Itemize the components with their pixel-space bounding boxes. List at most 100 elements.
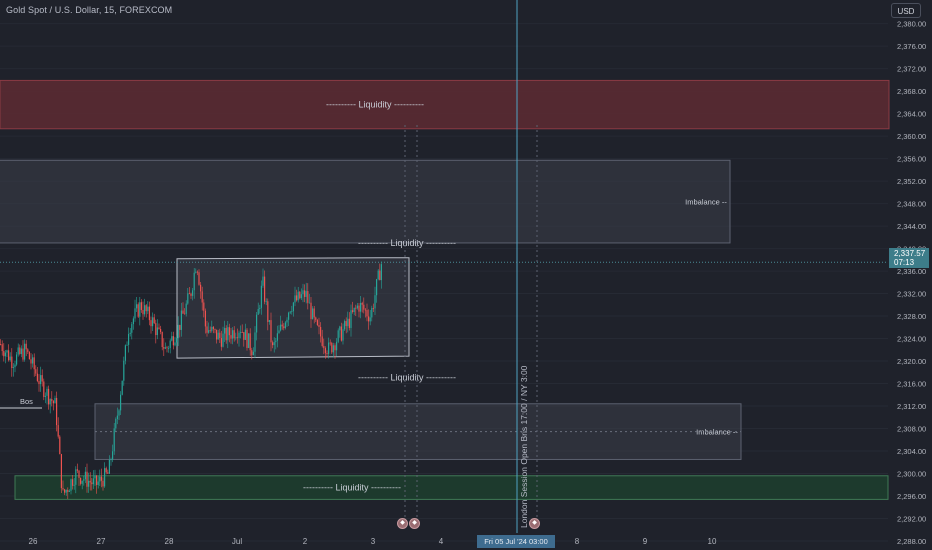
price-axis-tick: 2,292.00 xyxy=(897,515,926,524)
candle-body xyxy=(283,326,285,329)
candle-body xyxy=(121,380,123,395)
candle-body xyxy=(46,388,48,396)
candle-body xyxy=(126,344,128,346)
price-axis-tick: 2,352.00 xyxy=(897,177,926,186)
candle-body xyxy=(233,330,235,339)
candle-body xyxy=(286,319,288,323)
candle-body xyxy=(163,347,165,349)
candle-body xyxy=(180,310,182,330)
last-price-badge: 2,337.57 07:13 xyxy=(889,248,929,268)
last-price-value: 2,337.57 xyxy=(894,249,926,258)
candle-body xyxy=(9,356,11,361)
candle-body xyxy=(320,326,322,337)
candle-body xyxy=(38,381,40,385)
candle-body xyxy=(219,332,221,339)
zone-label: ---------- Liquidity ---------- xyxy=(326,100,424,110)
candle-body xyxy=(14,364,16,368)
price-axis-tick: 2,344.00 xyxy=(897,222,926,231)
candle-body xyxy=(254,332,256,352)
zone-label: Imbalance -- xyxy=(696,428,738,437)
candle-body xyxy=(200,284,202,292)
candle-body xyxy=(244,329,246,340)
calendar-event-icon[interactable]: ◆ xyxy=(397,518,408,529)
liquidity-label: ---------- Liquidity ---------- xyxy=(358,238,456,248)
candle-body xyxy=(88,480,90,487)
currency-button[interactable]: USD xyxy=(891,3,921,18)
candle-body xyxy=(278,330,280,334)
candle-body xyxy=(35,369,37,374)
candle-body xyxy=(51,398,53,402)
candle-body xyxy=(134,308,136,319)
price-chart[interactable]: 2,288.00 2,292.00 2,296.00 2,300.00 2,304.00… xyxy=(0,0,932,550)
candle-body xyxy=(91,482,93,485)
candle-body xyxy=(177,324,179,339)
candle-body xyxy=(249,333,251,351)
candle-body xyxy=(280,324,282,331)
candle-body xyxy=(99,476,101,482)
calendar-event-icon[interactable]: ◆ xyxy=(529,518,540,529)
candle-body xyxy=(214,329,216,330)
candle-body xyxy=(339,326,341,331)
candle-body xyxy=(195,271,197,273)
candle-body xyxy=(153,317,155,324)
time-axis-tick: 28 xyxy=(165,537,174,546)
liquidity-zone xyxy=(14,475,889,500)
candle-body xyxy=(267,301,269,322)
candle-body xyxy=(110,459,112,461)
candle-body xyxy=(72,479,74,486)
candle-body xyxy=(140,302,142,310)
candle-body xyxy=(328,342,330,354)
candle-body xyxy=(308,302,310,304)
candle-body xyxy=(284,322,286,329)
candle-body xyxy=(142,309,144,315)
candle-body xyxy=(307,291,309,303)
chart-area[interactable]: 2,288.00 2,292.00 2,296.00 2,300.00 2,304.00… xyxy=(0,0,932,550)
candle-body xyxy=(89,480,91,483)
candle-body xyxy=(348,318,350,328)
candle-body xyxy=(272,342,274,346)
candle-body xyxy=(52,401,54,404)
candle-body xyxy=(268,320,270,322)
price-axis-tick: 2,300.00 xyxy=(897,470,926,479)
candle-body xyxy=(56,398,58,426)
candle-body xyxy=(334,345,336,351)
candle-body xyxy=(132,318,134,325)
time-axis-tick: 8 xyxy=(575,537,580,546)
candle-body xyxy=(144,305,146,315)
candle-body xyxy=(129,332,131,335)
crosshair-date-badge: Fri 05 Jul '24 03:00 xyxy=(477,535,555,548)
candle-body xyxy=(222,333,224,347)
candle-body xyxy=(273,342,275,346)
candle-body xyxy=(236,337,238,339)
candle-body xyxy=(24,343,26,360)
candle-body xyxy=(3,351,5,357)
candle-body xyxy=(136,304,138,309)
candle-body xyxy=(155,323,157,336)
candle-body xyxy=(350,310,352,328)
candle-body xyxy=(356,305,358,309)
candle-body xyxy=(43,381,45,397)
time-axis-tick: Jul xyxy=(232,537,242,546)
candle-body xyxy=(299,291,301,299)
price-axis-tick: 2,328.00 xyxy=(897,312,926,321)
candle-body xyxy=(107,472,109,474)
candle-body xyxy=(41,375,43,382)
candle-body xyxy=(96,475,98,485)
price-axis-tick: 2,288.00 xyxy=(897,537,926,546)
candle-body xyxy=(313,308,315,318)
candle-body xyxy=(20,348,22,354)
price-axis-tick: 2,376.00 xyxy=(897,42,926,51)
candle-body xyxy=(201,291,203,303)
candle-body xyxy=(289,311,291,313)
candle-body xyxy=(275,340,277,343)
candle-body xyxy=(152,317,154,327)
candle-body xyxy=(352,310,354,313)
calendar-event-icon[interactable]: ◆ xyxy=(409,518,420,529)
candle-body xyxy=(160,328,162,332)
time-axis-tick: 3 xyxy=(371,537,376,546)
price-axis-tick: 2,304.00 xyxy=(897,447,926,456)
candle-body xyxy=(265,301,267,303)
candle-body xyxy=(212,326,214,330)
candle-body xyxy=(292,302,294,312)
candle-body xyxy=(83,479,85,481)
